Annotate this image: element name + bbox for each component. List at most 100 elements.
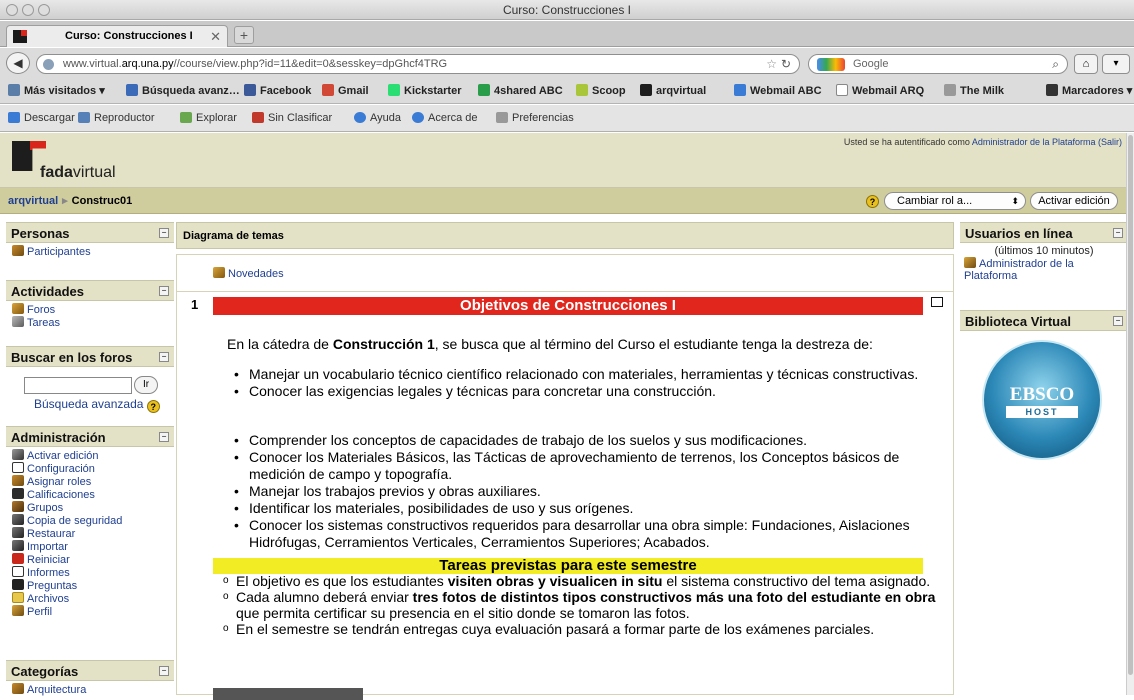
new-tab-button[interactable]: + [234, 26, 254, 44]
addon-sin-clasificar[interactable]: Sin Clasificar [252, 112, 332, 124]
collapse-block-icon[interactable]: − [159, 666, 169, 676]
admin-restaurar[interactable]: Restaurar [12, 527, 168, 540]
reload-icon[interactable]: ↻ [781, 57, 791, 71]
breadcrumb-current: Construc01 [71, 195, 133, 207]
bookmark-webmail-arq[interactable]: Webmail ARQ [836, 84, 924, 97]
tareas-link[interactable]: Tareas [12, 316, 168, 329]
bookmark-star-icon[interactable]: ☆ [766, 57, 777, 71]
bookmark-scoop[interactable]: Scoop [576, 84, 626, 97]
admin-informes[interactable]: Informes [12, 566, 168, 579]
collapse-block-icon[interactable]: − [159, 432, 169, 442]
addon-descargar[interactable]: Descargar [8, 112, 75, 124]
list-item: Manejar los trabajos previos y obras aux… [233, 483, 933, 500]
bookmark-kickstarter[interactable]: Kickstarter [388, 84, 461, 97]
bookmark-facebook[interactable]: Facebook [244, 84, 311, 97]
bookmarks-menu[interactable]: Marcadores ▾ [1046, 84, 1132, 97]
addon-reproductor[interactable]: Reproductor [78, 112, 155, 124]
search-icon[interactable]: ⌕ [1052, 57, 1059, 72]
milk-icon [944, 84, 956, 96]
collapse-block-icon[interactable]: − [159, 352, 169, 362]
login-user-link[interactable]: Administrador de la Plataforma [972, 137, 1096, 147]
admin-preguntas[interactable]: Preguntas [12, 579, 168, 592]
addon-explorar[interactable]: Explorar [180, 112, 237, 124]
block-body: Participantes [6, 243, 174, 260]
advanced-search-link[interactable]: Búsqueda avanzada ? [34, 397, 160, 413]
about-icon [412, 112, 424, 123]
url-bar[interactable]: www.virtual.arq.una.py//course/view.php?… [36, 54, 800, 74]
addon-preferencias[interactable]: Preferencias [496, 112, 574, 124]
turn-editing-on-button[interactable]: Activar edición [1030, 192, 1118, 210]
site-logo[interactable]: fadavirtual [40, 164, 116, 182]
admin-activar-edicion[interactable]: Activar edición [12, 449, 168, 462]
bookmark-arqvirtual[interactable]: arqvirtual [640, 84, 706, 97]
novedades-link[interactable]: Novedades [213, 267, 284, 280]
restore-icon [12, 527, 24, 538]
online-user-entry[interactable]: Administrador de la Plataforma [964, 257, 1124, 282]
foros-link[interactable]: Foros [12, 303, 168, 316]
bookmark-most-visited[interactable]: Más visitados ▾ [8, 84, 105, 97]
url-text[interactable]: www.virtual.arq.una.py//course/view.php?… [63, 58, 447, 70]
back-button[interactable]: ◀ [6, 52, 30, 74]
search-go-button[interactable]: Ir [134, 376, 158, 394]
tab-close-icon[interactable]: ✕ [210, 29, 221, 45]
bookmark-4shared[interactable]: 4shared ABC [478, 84, 563, 97]
forum-icon [12, 303, 24, 314]
folder-icon [12, 592, 24, 603]
select-arrows-icon: ⬍ [1011, 196, 1019, 206]
admin-calificaciones[interactable]: Calificaciones [12, 488, 168, 501]
admin-reiniciar[interactable]: Reiniciar [12, 553, 168, 566]
admin-configuracion[interactable]: Configuración [12, 462, 168, 475]
help-icon[interactable]: ? [866, 195, 879, 208]
site-identity-icon[interactable] [43, 59, 54, 70]
bookmark-the-milk[interactable]: The Milk [944, 84, 1004, 97]
player-icon [78, 112, 90, 123]
block-header: Biblioteca Virtual − [960, 310, 1128, 331]
collapse-block-icon[interactable]: − [159, 228, 169, 238]
ebsco-host-logo[interactable]: EBSCO HOST [982, 340, 1102, 460]
forum-search-input[interactable] [24, 377, 132, 394]
block-header: Administración − [6, 426, 174, 447]
topic-section-1: 1 Objetivos de Construcciones I En la cá… [176, 292, 954, 700]
collapse-block-icon[interactable]: − [1113, 316, 1123, 326]
page-scrollbar[interactable] [1126, 133, 1134, 695]
admin-grupos[interactable]: Grupos [12, 501, 168, 514]
bookmark-gmail[interactable]: Gmail [322, 84, 369, 97]
google-logo-icon[interactable] [817, 58, 845, 71]
change-role-select[interactable]: Cambiar rol a... ⬍ [884, 192, 1026, 210]
block-personas: Personas − Participantes [6, 222, 174, 260]
admin-asignar-roles[interactable]: Asignar roles [12, 475, 168, 488]
admin-importar[interactable]: Importar [12, 540, 168, 553]
addon-acerca-de[interactable]: Acerca de [412, 112, 478, 124]
tasks-list: El objetivo es que los estudiantes visit… [223, 573, 937, 637]
block-body: Arquitectura [6, 681, 174, 698]
breadcrumb-home[interactable]: arqvirtual [8, 195, 58, 207]
admin-perfil[interactable]: Perfil [12, 605, 168, 618]
right-column: Usuarios en línea − (últimos 10 minutos) … [960, 222, 1128, 695]
objectives-list-2: Comprender los conceptos de capacidades … [233, 432, 933, 551]
addon-ayuda[interactable]: Ayuda [354, 112, 401, 124]
admin-copia-seguridad[interactable]: Copia de seguridad [12, 514, 168, 527]
list-item: El objetivo es que los estudiantes visit… [223, 573, 937, 589]
help-icon[interactable]: ? [146, 400, 160, 413]
edit-icon [12, 449, 24, 460]
categoria-arquitectura[interactable]: Arquitectura [12, 683, 168, 696]
search-engine-box[interactable]: Google ⌕ [808, 54, 1068, 74]
collapse-block-icon[interactable]: − [159, 286, 169, 296]
extension-menu-button[interactable]: ▾ [1102, 54, 1130, 74]
participantes-link[interactable]: Participantes [12, 245, 168, 258]
highlight-marker-icon[interactable] [931, 297, 943, 307]
download-icon [8, 112, 20, 123]
search-engine-label: Google [853, 58, 889, 70]
bookmark-webmail-abc[interactable]: Webmail ABC [734, 84, 822, 97]
bookmark-busqueda[interactable]: Búsqueda avanz… [126, 84, 240, 97]
collapse-block-icon[interactable]: − [1113, 228, 1123, 238]
site-header: fadavirtual Usted se ha autentificado co… [0, 133, 1126, 188]
list-item: Conocer los Materiales Básicos, las Táct… [233, 449, 933, 483]
tab-curso[interactable]: Curso: Construcciones I ✕ [6, 25, 228, 47]
scrollbar-thumb[interactable] [1128, 135, 1133, 675]
window-titlebar: Curso: Construcciones I [0, 0, 1134, 20]
logout-link[interactable]: (Salir) [1098, 137, 1122, 147]
home-button[interactable]: ⌂ [1074, 54, 1098, 74]
list-item: Identificar los materiales, posibilidade… [233, 500, 933, 517]
admin-archivos[interactable]: Archivos [12, 592, 168, 605]
